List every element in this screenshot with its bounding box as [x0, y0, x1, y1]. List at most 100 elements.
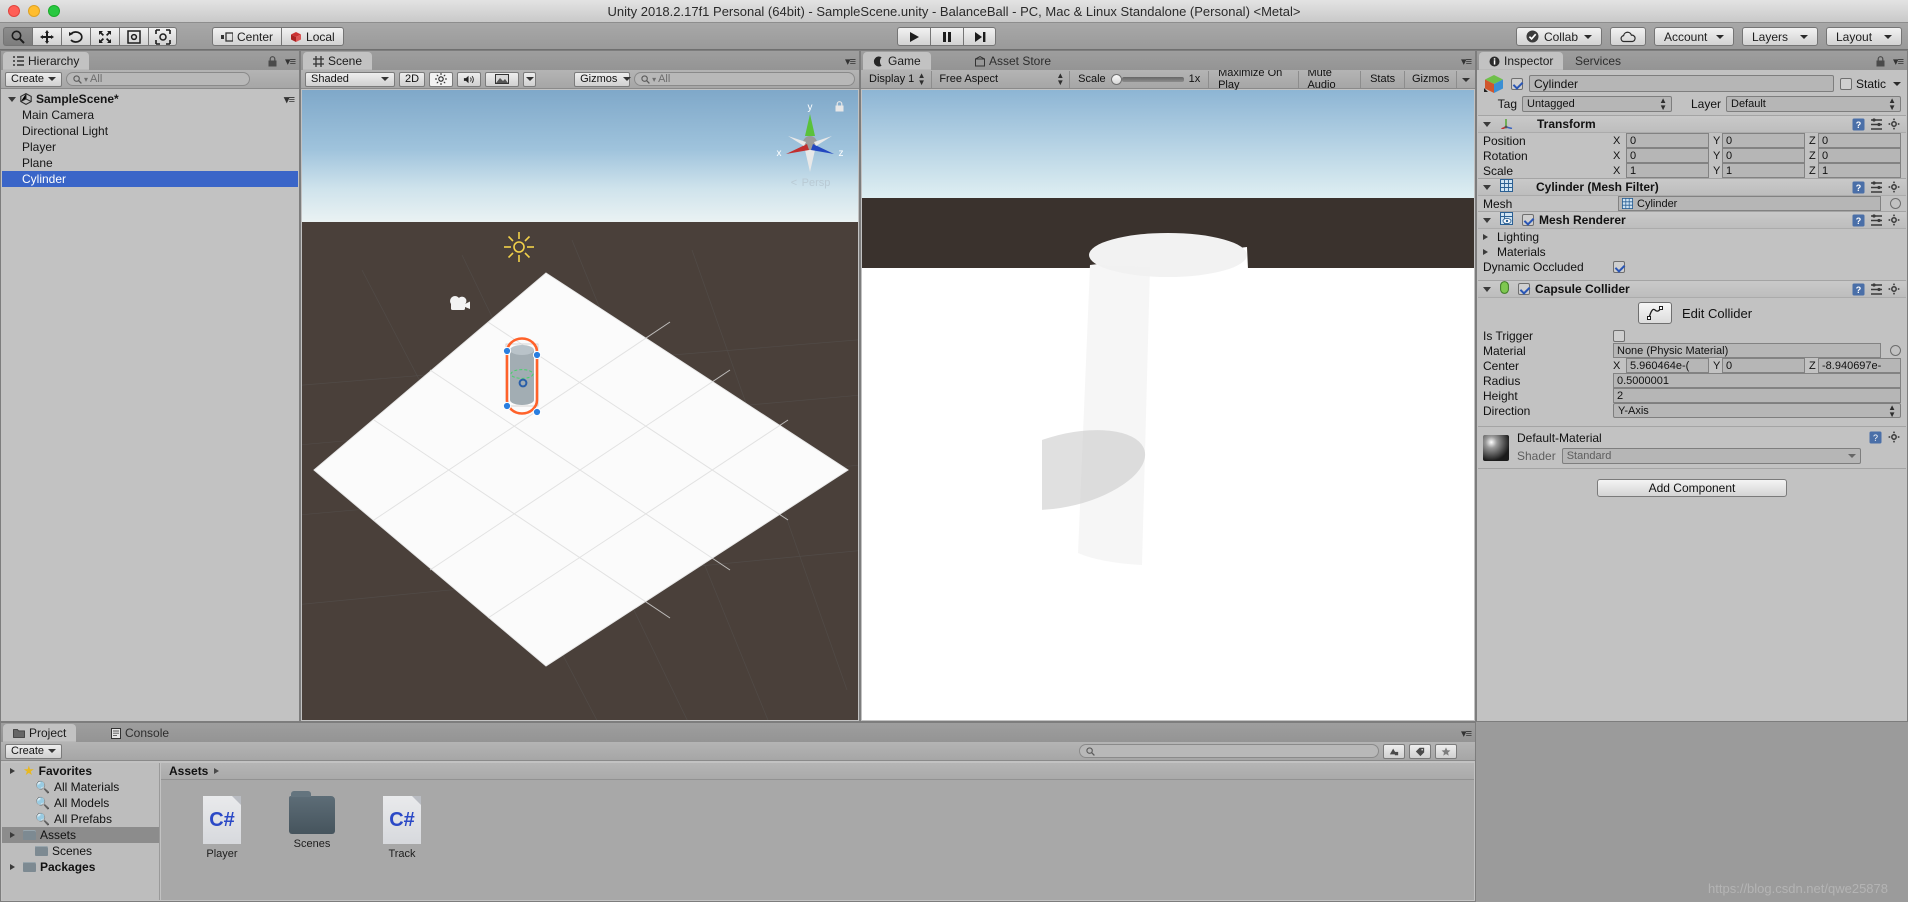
- help-icon[interactable]: ?: [1852, 118, 1865, 131]
- gear-icon[interactable]: [1888, 283, 1901, 296]
- chevron-right-icon[interactable]: [10, 832, 15, 838]
- scale-slider-handle[interactable]: [1110, 73, 1122, 85]
- inspector-lock-icon[interactable]: [1876, 55, 1885, 70]
- component-header-mesh-renderer[interactable]: Mesh Renderer ?: [1478, 211, 1906, 229]
- move-tool-button[interactable]: [32, 27, 61, 46]
- physic-material-field[interactable]: None (Physic Material): [1613, 343, 1881, 358]
- hierarchy-search-input[interactable]: ▾ All: [66, 72, 251, 86]
- minimize-window-button[interactable]: [28, 5, 40, 17]
- scene-audio-toggle[interactable]: [457, 71, 482, 87]
- gameobject-name-field[interactable]: Cylinder: [1529, 75, 1834, 92]
- static-checkbox[interactable]: [1839, 77, 1852, 90]
- tab-game[interactable]: Game: [863, 52, 931, 70]
- chevron-right-icon[interactable]: [1483, 233, 1488, 240]
- tab-services[interactable]: Services: [1565, 52, 1631, 70]
- game-mute-toggle[interactable]: Mute Audio: [1298, 67, 1360, 91]
- toolbar-right-group[interactable]: Collab Account Layers Layout: [1515, 27, 1902, 46]
- position-z-field[interactable]: 0: [1818, 133, 1901, 148]
- gear-icon[interactable]: [1888, 214, 1901, 227]
- main-camera-gizmo[interactable]: [447, 295, 473, 313]
- hand-tool-button[interactable]: [3, 27, 32, 46]
- game-viewport[interactable]: [862, 90, 1474, 720]
- hierarchy-item-cylinder[interactable]: Cylinder: [2, 171, 298, 187]
- hierarchy-item-player[interactable]: Player: [2, 139, 298, 155]
- component-header-icons[interactable]: ?: [1852, 282, 1901, 296]
- physic-material-picker-icon[interactable]: [1890, 345, 1901, 356]
- layout-button[interactable]: Layout: [1826, 27, 1902, 46]
- rotation-y-field[interactable]: 0: [1722, 148, 1805, 163]
- capsule-collider-enabled-checkbox[interactable]: [1518, 283, 1530, 295]
- asset-item-scenes[interactable]: Scenes: [281, 791, 343, 860]
- tab-console[interactable]: Console: [101, 724, 179, 742]
- tab-project[interactable]: Project: [3, 724, 77, 742]
- project-filter-type-button[interactable]: [1383, 743, 1405, 759]
- hierarchy-create-button[interactable]: Create: [5, 71, 63, 87]
- scene-gizmos-dropdown[interactable]: Gizmos: [574, 71, 632, 87]
- space-mode-button[interactable]: Local: [281, 27, 344, 46]
- hierarchy-item-main-camera[interactable]: Main Camera: [2, 107, 298, 123]
- mesh-renderer-enabled-checkbox[interactable]: [1522, 214, 1534, 226]
- cloud-button[interactable]: [1610, 27, 1646, 46]
- add-component-button[interactable]: Add Component: [1597, 479, 1787, 497]
- position-y-field[interactable]: 0: [1722, 133, 1805, 148]
- game-gizmos-dropdown[interactable]: [1457, 73, 1475, 85]
- component-header-icons[interactable]: ?: [1852, 213, 1901, 227]
- maximize-window-button[interactable]: [48, 5, 60, 17]
- transform-tool-button[interactable]: [148, 27, 177, 46]
- height-field[interactable]: 2: [1613, 388, 1901, 403]
- project-filter-label-button[interactable]: [1409, 743, 1431, 759]
- dynamic-occluded-checkbox[interactable]: [1613, 260, 1625, 273]
- scene-viewport[interactable]: y x z Persp <: [302, 90, 858, 720]
- game-aspect-dropdown[interactable]: Free Aspect ▲ ▼: [931, 72, 1069, 87]
- game-scale-slider[interactable]: Scale 1x: [1070, 73, 1208, 85]
- scale-slider-track[interactable]: [1121, 76, 1184, 82]
- shader-dropdown[interactable]: Standard: [1561, 448, 1861, 464]
- component-header-icons[interactable]: ?: [1852, 117, 1901, 131]
- center-z-field[interactable]: -8.940697e-: [1818, 358, 1901, 373]
- scene-2d-toggle[interactable]: 2D: [399, 71, 426, 87]
- asset-item-player[interactable]: C# Player: [191, 796, 253, 860]
- chevron-down-icon[interactable]: [1483, 184, 1491, 190]
- tab-asset-store[interactable]: Asset Store: [965, 52, 1061, 70]
- gear-icon[interactable]: [1888, 431, 1901, 444]
- radius-field[interactable]: 0.5000001: [1613, 373, 1901, 388]
- inspector-menu-icon[interactable]: ▾≡: [1893, 55, 1904, 68]
- transform-tools-group[interactable]: [3, 27, 177, 46]
- component-header-transform[interactable]: Transform ?: [1478, 115, 1906, 133]
- pivot-mode-button[interactable]: Center: [212, 27, 282, 46]
- scene-lock-icon[interactable]: [835, 100, 844, 115]
- chevron-down-icon[interactable]: [1483, 217, 1491, 223]
- project-tree-item-all-models[interactable]: 🔍 All Models: [2, 795, 159, 811]
- center-y-field[interactable]: 0: [1722, 358, 1805, 373]
- hierarchy-scene-row[interactable]: SampleScene* ▾≡: [2, 91, 298, 107]
- scale-y-field[interactable]: 1: [1722, 163, 1805, 178]
- scale-z-field[interactable]: 1: [1818, 163, 1901, 178]
- chevron-right-icon[interactable]: [1483, 248, 1488, 255]
- mesh-object-field[interactable]: Cylinder: [1618, 196, 1881, 211]
- lock-icon[interactable]: [268, 55, 277, 70]
- help-icon[interactable]: ?: [1852, 283, 1865, 296]
- game-gizmos-toggle[interactable]: Gizmos: [1405, 73, 1456, 85]
- breadcrumb-assets-label[interactable]: Assets: [169, 764, 208, 778]
- chevron-right-icon[interactable]: [10, 768, 15, 774]
- component-header-capsule-collider[interactable]: Capsule Collider ?: [1478, 280, 1906, 298]
- tab-hierarchy[interactable]: Hierarchy: [3, 52, 90, 70]
- direction-dropdown[interactable]: Y-Axis ▲ ▼: [1613, 403, 1901, 418]
- game-stats-toggle[interactable]: Stats: [1361, 73, 1404, 85]
- scene-effects-dropdown[interactable]: [523, 71, 537, 87]
- close-window-button[interactable]: [8, 5, 20, 17]
- preset-icon[interactable]: [1870, 282, 1883, 296]
- project-search-input[interactable]: [1079, 744, 1379, 758]
- gameobject-enabled-checkbox[interactable]: [1511, 77, 1523, 90]
- is-trigger-checkbox[interactable]: [1613, 329, 1625, 342]
- rotation-x-field[interactable]: 0: [1626, 148, 1709, 163]
- project-tree-item-packages[interactable]: Packages: [2, 859, 159, 875]
- materials-foldout[interactable]: Materials: [1478, 244, 1906, 259]
- collab-button[interactable]: Collab: [1515, 27, 1602, 46]
- scene-menu-icon[interactable]: ▾≡: [284, 93, 295, 106]
- preset-icon[interactable]: [1870, 180, 1883, 194]
- pivot-space-group[interactable]: Center Local: [212, 27, 344, 46]
- game-maximize-toggle[interactable]: Maximize On Play: [1209, 67, 1298, 91]
- chevron-down-icon[interactable]: [8, 96, 16, 102]
- play-controls-group[interactable]: [897, 27, 996, 46]
